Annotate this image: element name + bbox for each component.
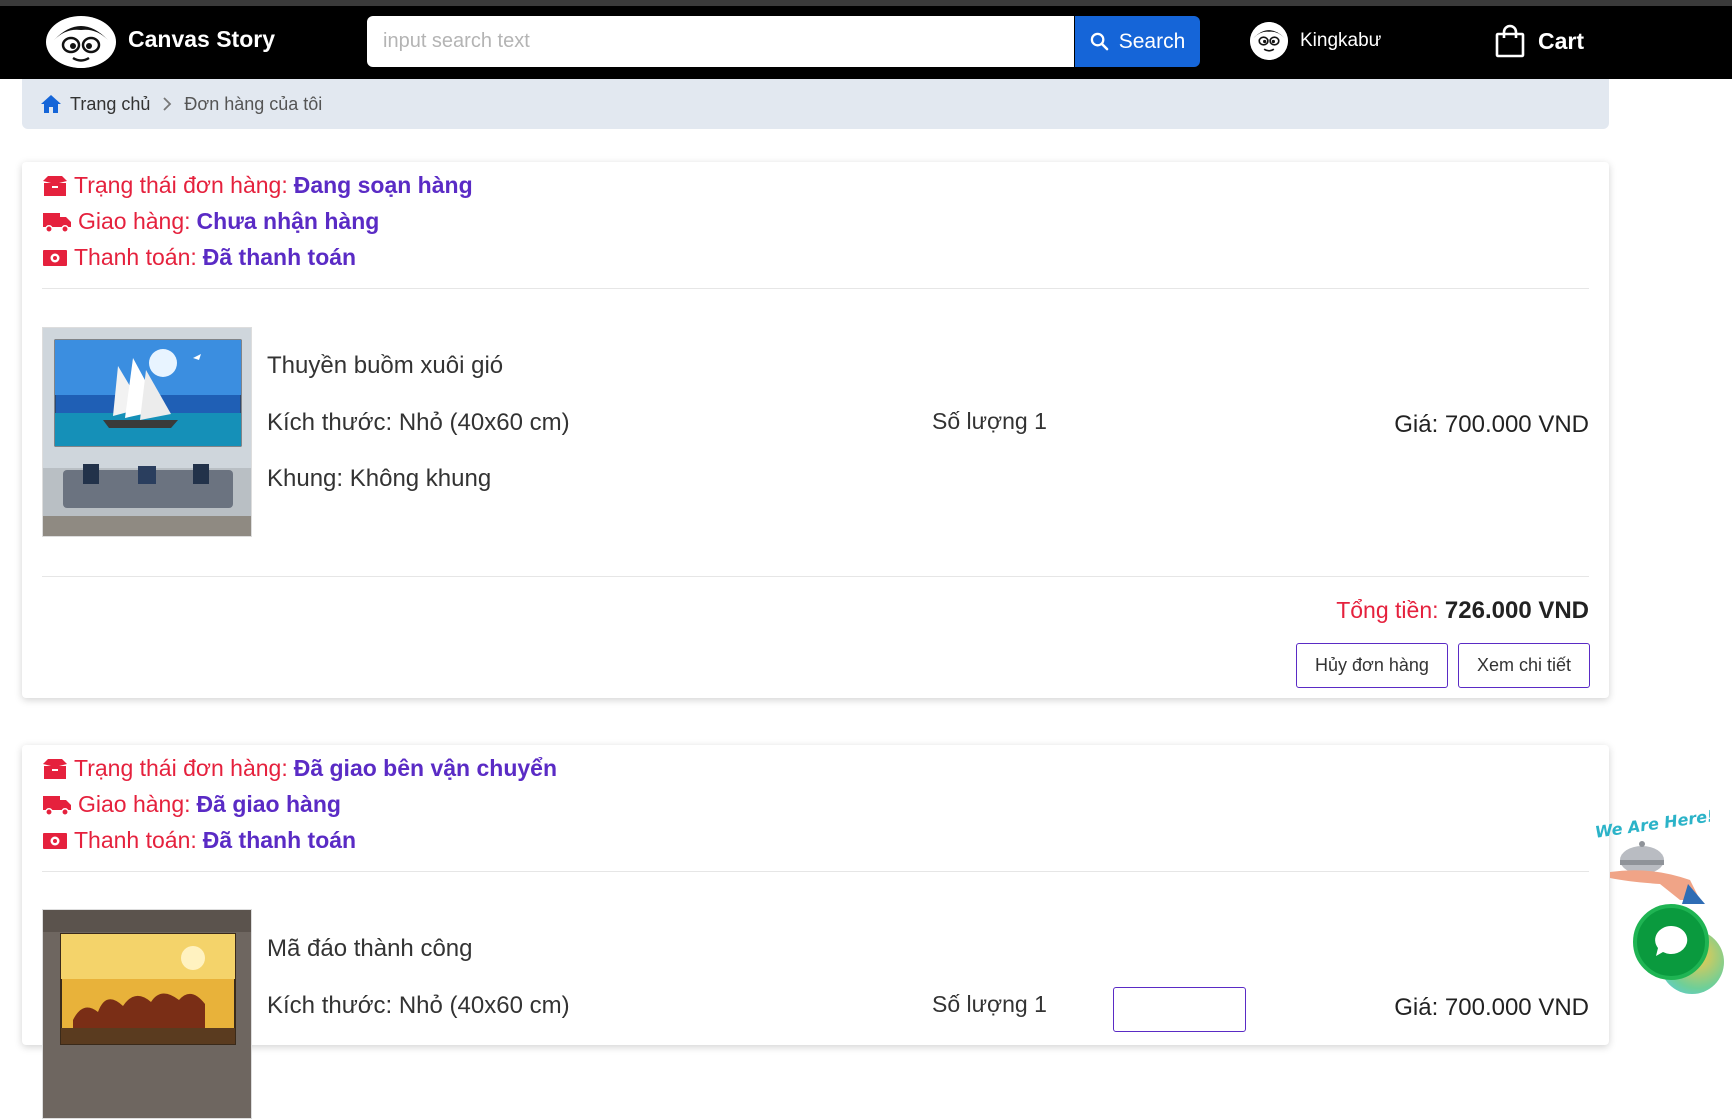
breadcrumb-home[interactable]: Trang chủ xyxy=(40,94,150,115)
total-value: 726.000 VND xyxy=(1444,597,1589,624)
cancel-order-button[interactable]: Hủy đơn hàng xyxy=(1296,643,1448,688)
user-menu[interactable]: Kingkabư xyxy=(1250,22,1381,60)
search-button-label: Search xyxy=(1118,29,1186,53)
product-size: Kích thước: Nhỏ (40x60 cm) xyxy=(267,992,570,1019)
order-status-label: Trạng thái đơn hàng: xyxy=(74,172,288,198)
home-icon xyxy=(41,95,61,113)
payment-status-line: Thanh toán: Đã thanh toán xyxy=(42,244,356,271)
order-action-button[interactable] xyxy=(1113,987,1246,1032)
product-price: Giá: 700.000 VND xyxy=(1394,994,1589,1021)
product-quantity: Số lượng 1 xyxy=(932,408,1047,434)
shipping-value: Đã giao hàng xyxy=(196,791,341,817)
breadcrumb: Trang chủ Đơn hàng của tôi xyxy=(22,79,1609,129)
order-status-label: Trạng thái đơn hàng: xyxy=(74,755,288,781)
user-name: Kingkabư xyxy=(1300,30,1382,51)
total-label: Tổng tiền: xyxy=(1336,597,1439,623)
box-icon xyxy=(43,175,67,196)
divider xyxy=(42,871,1589,872)
truck-icon xyxy=(43,212,71,233)
order-card: Trạng thái đơn hàng: Đang soạn hàng Giao… xyxy=(22,162,1609,698)
payment-value: Đã thanh toán xyxy=(202,827,357,853)
chat-button[interactable] xyxy=(1633,904,1709,980)
money-icon xyxy=(43,832,67,849)
breadcrumb-home-label: Trang chủ xyxy=(70,93,151,114)
shipping-label: Giao hàng: xyxy=(78,208,191,234)
divider xyxy=(42,576,1589,577)
cart-button[interactable]: Cart xyxy=(1494,24,1584,58)
product-quantity: Số lượng 1 xyxy=(932,991,1047,1017)
we-are-here-badge[interactable]: We Are Here! xyxy=(1590,800,1715,905)
product-name[interactable]: Mã đáo thành công xyxy=(267,935,473,963)
chat-icon xyxy=(1655,925,1688,956)
badge-text: We Are Here! xyxy=(1594,806,1710,842)
payment-label: Thanh toán: xyxy=(74,827,197,853)
order-status-line: Trạng thái đơn hàng: Đã giao bên vận chu… xyxy=(42,755,557,782)
shipping-value: Chưa nhận hàng xyxy=(196,208,380,234)
product-image[interactable] xyxy=(42,909,252,1119)
search-button[interactable]: Search xyxy=(1075,16,1200,67)
divider xyxy=(42,288,1589,289)
order-status-value: Đang soạn hàng xyxy=(293,172,473,198)
box-icon xyxy=(43,758,67,779)
product-frame: Khung: Không khung xyxy=(267,465,492,492)
brand-logo[interactable] xyxy=(46,16,116,68)
breadcrumb-current: Đơn hàng của tôi xyxy=(184,93,323,114)
order-status-line: Trạng thái đơn hàng: Đang soạn hàng xyxy=(42,172,473,199)
shipping-status-line: Giao hàng: Chưa nhận hàng xyxy=(42,208,379,235)
shipping-label: Giao hàng: xyxy=(78,791,191,817)
avatar xyxy=(1250,22,1288,60)
search-icon xyxy=(1090,32,1109,51)
brand-name[interactable]: Canvas Story xyxy=(128,26,275,53)
shopping-bag-icon xyxy=(1495,24,1525,58)
payment-value: Đã thanh toán xyxy=(202,244,357,270)
chevron-right-icon xyxy=(162,97,172,111)
cart-label: Cart xyxy=(1538,27,1585,54)
order-total: Tổng tiền: 726.000 VND xyxy=(1336,597,1589,625)
payment-label: Thanh toán: xyxy=(74,244,197,270)
product-price: Giá: 700.000 VND xyxy=(1394,411,1589,438)
product-image[interactable] xyxy=(42,327,252,537)
product-name[interactable]: Thuyền buồm xuôi gió xyxy=(267,352,503,380)
payment-status-line: Thanh toán: Đã thanh toán xyxy=(42,827,356,854)
money-icon xyxy=(43,249,67,266)
shipping-status-line: Giao hàng: Đã giao hàng xyxy=(42,791,341,818)
truck-icon xyxy=(43,795,71,816)
search-input[interactable] xyxy=(367,16,1074,67)
navbar: Canvas Story Search Kingkabư Cart xyxy=(0,6,1732,79)
order-status-value: Đã giao bên vận chuyển xyxy=(293,755,558,781)
product-size: Kích thước: Nhỏ (40x60 cm) xyxy=(267,409,570,436)
view-detail-button[interactable]: Xem chi tiết xyxy=(1458,643,1591,688)
order-card: Trạng thái đơn hàng: Đã giao bên vận chu… xyxy=(22,745,1609,1119)
